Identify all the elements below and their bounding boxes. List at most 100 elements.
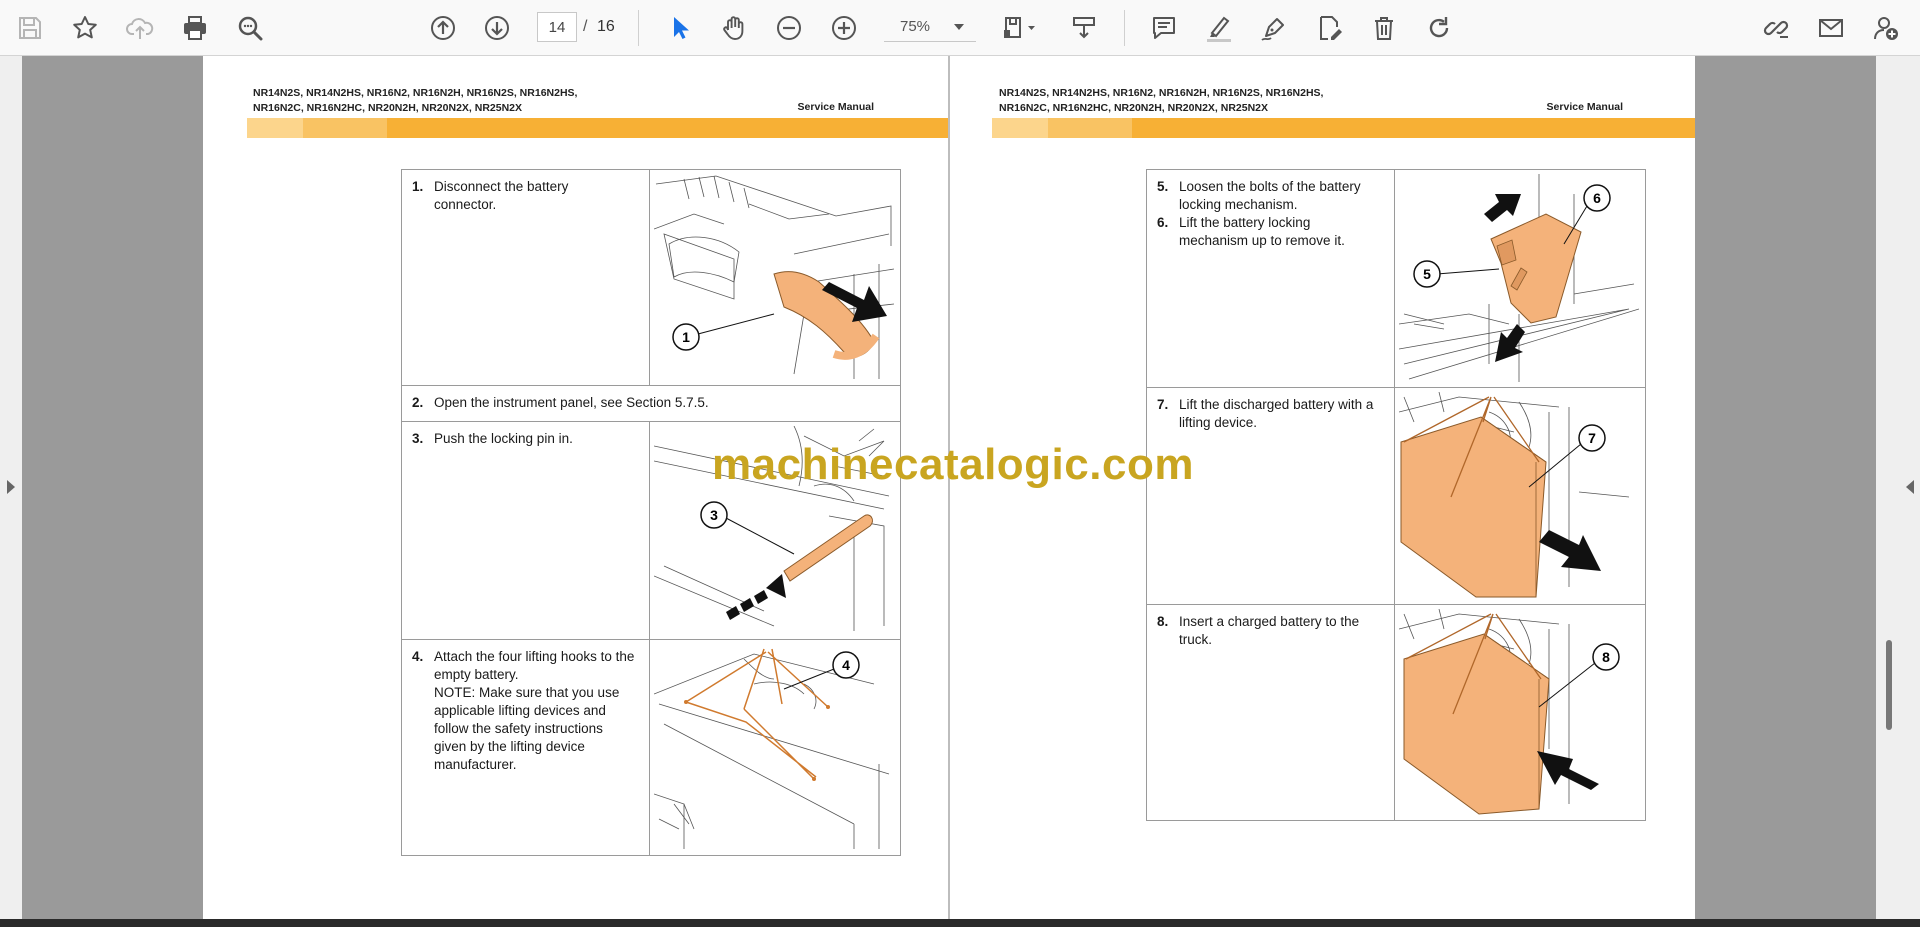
toolbar-divider xyxy=(1124,10,1125,46)
steps-table-left: 1. Disconnect the battery connector. 1 2… xyxy=(401,169,901,856)
step-number: 2. xyxy=(412,395,424,410)
page-separator: / xyxy=(583,18,588,35)
page-number-input[interactable] xyxy=(537,12,577,42)
vertical-scrollbar-thumb[interactable] xyxy=(1886,640,1892,730)
arrow-down-circle-icon xyxy=(485,16,509,40)
arrow-up-circle-icon xyxy=(431,16,455,40)
callout-label: 7 xyxy=(1588,430,1596,446)
header-models-line1: NR14N2S, NR14N2HS, NR16N2, NR16N2H, NR16… xyxy=(999,87,1324,99)
edit-file-icon xyxy=(1320,16,1342,40)
step-line: Lift the discharged battery with a xyxy=(1179,397,1374,412)
callout-label: 8 xyxy=(1602,649,1610,665)
printer-icon xyxy=(184,16,206,40)
header-title: Service Manual xyxy=(797,101,874,113)
edit-file-button[interactable] xyxy=(1309,8,1349,48)
step-row: 1. Disconnect the battery connector. 1 xyxy=(401,169,901,386)
minus-circle-icon xyxy=(777,16,801,40)
zoom-out-button[interactable] xyxy=(769,8,809,48)
step-line: manufacturer. xyxy=(434,757,517,772)
header-models: NR14N2S, NR14N2HS, NR16N2, NR16N2H, NR16… xyxy=(999,86,1323,116)
pan-tool-button[interactable] xyxy=(714,8,754,48)
trash-icon xyxy=(1375,17,1393,40)
step-number: 4. xyxy=(412,649,424,664)
step-line: Attach the four lifting hooks to the xyxy=(434,649,635,664)
page-total: 16 xyxy=(597,18,615,35)
step-illustration-cell: 1 xyxy=(649,169,901,386)
highlighter-icon xyxy=(1207,16,1231,42)
scroll-mode-button[interactable] xyxy=(1064,8,1104,48)
step-number: 6. xyxy=(1157,215,1169,230)
toolbar-divider xyxy=(638,10,639,46)
delete-button[interactable] xyxy=(1364,8,1404,48)
email-button[interactable] xyxy=(1811,8,1851,48)
step-text-cell: 5. Loosen the bolts of the battery lockin… xyxy=(1146,169,1395,388)
header-models-line2: NR16N2C, NR16N2HC, NR20N2H, NR20N2X, NR2… xyxy=(999,102,1269,114)
zoom-select[interactable]: 75% xyxy=(884,12,976,42)
pointer-icon xyxy=(674,17,689,39)
step-row: 4. Attach the four lifting hooks to the … xyxy=(401,639,901,856)
chevron-down-icon xyxy=(954,23,964,30)
discharged-battery-illustration: 7 xyxy=(1399,392,1630,598)
header-models-line1: NR14N2S, NR14N2HS, NR16N2, NR16N2H, NR16… xyxy=(253,87,578,99)
step-line: truck. xyxy=(1179,632,1213,647)
share-link-button[interactable] xyxy=(1756,8,1796,48)
step-text-cell: 7. Lift the discharged battery with a lif… xyxy=(1146,387,1395,605)
select-tool-button[interactable] xyxy=(659,8,699,48)
add-user-icon xyxy=(1874,17,1898,40)
zoom-in-button[interactable] xyxy=(824,8,864,48)
battery-connector-illustration: 1 xyxy=(654,175,894,379)
print-button[interactable] xyxy=(175,8,215,48)
comment-icon xyxy=(1153,17,1175,39)
header-color-band xyxy=(247,118,948,138)
zoom-value: 75% xyxy=(900,18,931,35)
find-button[interactable] xyxy=(230,8,270,48)
expand-right-panel-icon[interactable] xyxy=(1906,480,1914,494)
comment-button[interactable] xyxy=(1144,8,1184,48)
add-user-button[interactable] xyxy=(1866,8,1906,48)
step-row: 5. Loosen the bolts of the battery lockin… xyxy=(1146,169,1646,388)
step-number: 8. xyxy=(1157,614,1169,629)
step-text-cell: 2. Open the instrument panel, see Section… xyxy=(401,385,901,422)
steps-table-right: 5. Loosen the bolts of the battery lockin… xyxy=(1146,169,1646,821)
step-text-cell: 4. Attach the four lifting hooks to the … xyxy=(401,639,650,856)
step-line: connector. xyxy=(434,197,497,212)
step-line: applicable lifting devices and xyxy=(434,703,606,718)
lifting-hooks-illustration: 4 xyxy=(654,648,890,849)
sign-button[interactable] xyxy=(1254,8,1294,48)
highlight-button[interactable] xyxy=(1199,8,1239,48)
step-line: Loosen the bolts of the battery xyxy=(1179,179,1361,194)
callout-label: 6 xyxy=(1593,190,1601,206)
rotate-button[interactable] xyxy=(1419,8,1459,48)
save-button[interactable] xyxy=(10,8,50,48)
scroll-mode-icon xyxy=(1073,17,1095,39)
header-models: NR14N2S, NR14N2HS, NR16N2, NR16N2H, NR16… xyxy=(253,86,577,116)
step-row: 8. Insert a charged battery to the truck.… xyxy=(1146,604,1646,821)
step-illustration-cell: 8 xyxy=(1394,604,1646,821)
step-line: locking mechanism. xyxy=(1179,197,1298,212)
step-text-cell: 3. Push the locking pin in. xyxy=(401,421,650,640)
page-fit-button[interactable] xyxy=(995,8,1045,48)
toolbar: / 16 75% xyxy=(0,0,1920,56)
step-text-cell: 8. Insert a charged battery to the truck. xyxy=(1146,604,1395,821)
watermark-text: machinecatalogic.com xyxy=(712,440,1194,489)
plus-circle-icon xyxy=(832,16,856,40)
save-icon xyxy=(19,17,41,39)
bookmark-button[interactable] xyxy=(65,8,105,48)
step-number: 5. xyxy=(1157,179,1169,194)
previous-page-button[interactable] xyxy=(423,8,463,48)
step-number: 1. xyxy=(412,179,424,194)
next-page-button[interactable] xyxy=(477,8,517,48)
step-line: follow the safety instructions xyxy=(434,721,603,736)
callout-label: 5 xyxy=(1423,266,1431,282)
locking-mechanism-illustration: 5 6 xyxy=(1399,174,1639,382)
step-text-cell: 1. Disconnect the battery connector. xyxy=(401,169,650,386)
rotate-icon xyxy=(1429,17,1449,38)
upload-button[interactable] xyxy=(120,8,160,48)
expand-left-panel-icon[interactable] xyxy=(7,480,15,494)
step-number: 3. xyxy=(412,431,424,446)
find-zoom-icon xyxy=(238,16,263,41)
header-color-band xyxy=(992,118,1695,138)
bottom-edge-bar xyxy=(0,919,1920,927)
step-illustration-cell: 4 xyxy=(649,639,901,856)
pen-nib-icon xyxy=(1261,18,1284,41)
